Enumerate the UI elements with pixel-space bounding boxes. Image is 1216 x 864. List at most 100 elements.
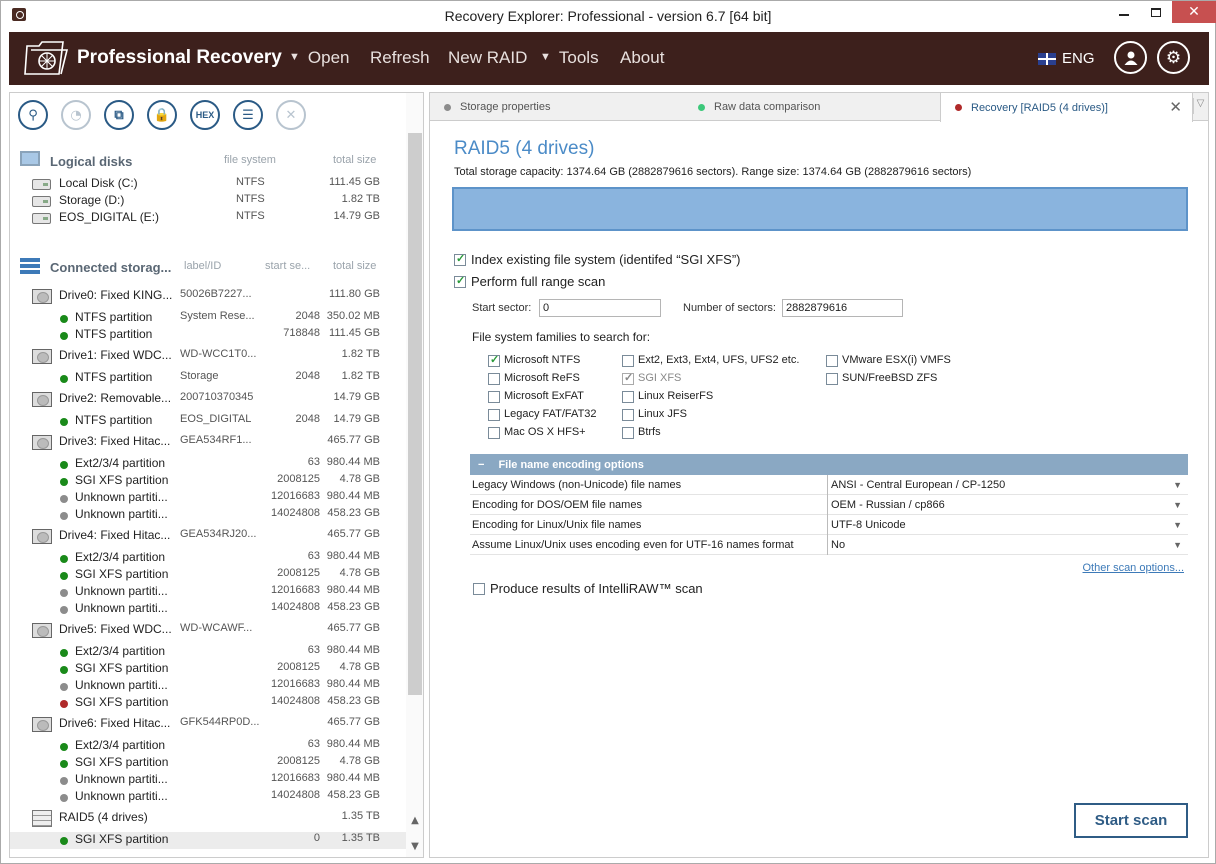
minimize-button[interactable]: [1108, 1, 1140, 23]
fs-checkbox[interactable]: [488, 427, 500, 439]
partition-item[interactable]: Unknown partiti... 12016683 980.44 MB: [10, 584, 406, 601]
encoding-option-select[interactable]: OEM - Russian / cp866 ▼: [828, 495, 1188, 515]
scan-button[interactable]: ◔: [61, 100, 91, 130]
item-start-sector: 63: [307, 738, 320, 750]
fs-checkbox[interactable]: [826, 373, 838, 385]
fs-checkbox[interactable]: [622, 355, 634, 367]
item-start-sector: 2008125: [277, 473, 320, 485]
menu-tools[interactable]: ▼ Tools: [540, 48, 599, 68]
other-scan-options-link[interactable]: Other scan options...: [1083, 562, 1185, 574]
fs-checkbox[interactable]: [488, 391, 500, 403]
partition-item[interactable]: NTFS partition 718848 111.45 GB: [10, 327, 406, 344]
partition-item[interactable]: Ext2/3/4 partition 63 980.44 MB: [10, 644, 406, 661]
item-name: SGI XFS partition: [75, 473, 169, 487]
partition-item[interactable]: Unknown partiti... 14024808 458.23 GB: [10, 789, 406, 806]
logical-disk-item[interactable]: Storage (D:) NTFS 1.82 TB: [10, 193, 406, 210]
start-sector-input[interactable]: [539, 299, 661, 317]
partition-item[interactable]: Unknown partiti... 12016683 980.44 MB: [10, 772, 406, 789]
close-button[interactable]: ✕: [276, 100, 306, 130]
partition-item[interactable]: SGI XFS partition 2008125 4.78 GB: [10, 567, 406, 584]
partition-item[interactable]: SGI XFS partition 2008125 4.78 GB: [10, 755, 406, 772]
fs-checkbox[interactable]: [622, 371, 634, 385]
item-size: 111.80 GB: [329, 288, 380, 300]
partition-item[interactable]: SGI XFS partition 0 1.35 TB: [10, 832, 406, 849]
logical-disk-item[interactable]: Local Disk (C:) NTFS 111.45 GB: [10, 176, 406, 193]
tab-storage-properties[interactable]: Storage properties: [430, 93, 684, 121]
index-fs-checkbox[interactable]: [454, 252, 466, 266]
partition-item[interactable]: NTFS partition Storage 2048 1.82 TB: [10, 370, 406, 387]
close-tab-icon[interactable]: ✕: [1169, 98, 1182, 116]
scroll-down-icon[interactable]: ▼: [408, 841, 422, 855]
drive-item[interactable]: Drive3: Fixed Hitac... GEA534RF1... 465.77…: [10, 434, 406, 451]
tab-recovery[interactable]: Recovery [RAID5 (4 drives)] ✕: [940, 93, 1193, 122]
intelliraw-label: Produce results of IntelliRAW™ scan: [490, 581, 703, 596]
menu-refresh[interactable]: Refresh: [370, 48, 430, 68]
encoding-options-header[interactable]: − File name encoding options: [470, 454, 1188, 475]
storage-list-scrollbar[interactable]: ▲ ▼: [406, 93, 423, 857]
start-scan-button[interactable]: Start scan: [1074, 803, 1188, 838]
fs-checkbox[interactable]: [826, 355, 838, 367]
intelliraw-checkbox[interactable]: [473, 583, 485, 595]
item-size: 4.78 GB: [339, 661, 380, 673]
partition-item[interactable]: Unknown partiti... 14024808 458.23 GB: [10, 601, 406, 618]
tab-raw-data-comparison[interactable]: Raw data comparison: [684, 93, 940, 121]
drive-item[interactable]: Drive2: Removable... 200710370345 14.79 GB: [10, 391, 406, 408]
partition-item[interactable]: Unknown partiti... 12016683 980.44 MB: [10, 678, 406, 695]
partition-item[interactable]: Unknown partiti... 14024808 458.23 GB: [10, 507, 406, 524]
partition-item[interactable]: Ext2/3/4 partition 63 980.44 MB: [10, 456, 406, 473]
partition-item[interactable]: NTFS partition System Rese... 2048 350.02 M…: [10, 310, 406, 327]
close-window-button[interactable]: ✕: [1172, 1, 1216, 23]
logical-disks-title: Logical disks: [50, 153, 133, 169]
encoding-option-value: ANSI - Central European / CP-1250: [831, 478, 1006, 491]
list-button[interactable]: ☰: [233, 100, 263, 130]
item-name: Ext2/3/4 partition: [75, 550, 166, 564]
item-start-sector: 0: [313, 832, 320, 844]
tabs-menu-icon[interactable]: ▽: [1193, 98, 1207, 114]
fs-checkbox[interactable]: [488, 409, 500, 421]
partition-item[interactable]: SGI XFS partition 2008125 4.78 GB: [10, 661, 406, 678]
hex-button[interactable]: HEX: [190, 100, 220, 130]
drive-item[interactable]: Drive4: Fixed Hitac... GEA534RJ20... 465.7…: [10, 528, 406, 545]
drive-item[interactable]: Drive1: Fixed WDC... WD-WCC1T0... 1.82 TB: [10, 348, 406, 365]
fs-checkbox[interactable]: [488, 353, 500, 367]
menu-open[interactable]: ▼ Open: [289, 48, 349, 68]
drive-item[interactable]: Drive0: Fixed KING... 50026B7227... 111.80…: [10, 288, 406, 305]
user-account-button[interactable]: [1114, 41, 1147, 74]
encoding-option-select[interactable]: No ▼: [828, 535, 1188, 555]
raid-item[interactable]: RAID5 (4 drives) 1.35 TB: [10, 810, 406, 827]
search-icon: ⚲: [28, 107, 38, 123]
partition-item[interactable]: SGI XFS partition 14024808 458.23 GB: [10, 695, 406, 712]
status-dot-icon: [698, 103, 705, 111]
encoding-option-select[interactable]: UTF-8 Unicode ▼: [828, 515, 1188, 535]
status-dot-icon: [60, 461, 68, 469]
logical-disk-item[interactable]: EOS_DIGITAL (E:) NTFS 14.79 GB: [10, 210, 406, 227]
num-sectors-input[interactable]: [782, 299, 903, 317]
maximize-button[interactable]: [1140, 1, 1172, 23]
image-button[interactable]: ⧉: [104, 100, 134, 130]
search-button[interactable]: ⚲: [18, 100, 48, 130]
item-size: 980.44 MB: [326, 678, 380, 690]
partition-item[interactable]: Ext2/3/4 partition 63 980.44 MB: [10, 738, 406, 755]
scrollbar-thumb[interactable]: [408, 133, 422, 695]
encoding-option-select[interactable]: ANSI - Central European / CP-1250 ▼: [828, 475, 1188, 495]
fs-checkbox[interactable]: [622, 409, 634, 421]
tab-label: Storage properties: [460, 101, 551, 113]
partition-item[interactable]: Ext2/3/4 partition 63 980.44 MB: [10, 550, 406, 567]
fs-checkbox[interactable]: [488, 373, 500, 385]
partition-item[interactable]: NTFS partition EOS_DIGITAL 2048 14.79 GB: [10, 413, 406, 430]
menu-about[interactable]: About: [620, 48, 664, 68]
partition-item[interactable]: Unknown partiti... 12016683 980.44 MB: [10, 490, 406, 507]
item-name: NTFS partition: [75, 310, 153, 324]
full-scan-checkbox[interactable]: [454, 274, 466, 288]
fs-checkbox[interactable]: [622, 427, 634, 439]
scan-range-bar[interactable]: [452, 187, 1188, 231]
settings-button[interactable]: ⚙: [1157, 41, 1190, 74]
drive-item[interactable]: Drive6: Fixed Hitac... GFK544RP0D... 465.7…: [10, 716, 406, 733]
fs-checkbox[interactable]: [622, 391, 634, 403]
menu-new-raid[interactable]: New RAID: [448, 48, 527, 68]
drive-item[interactable]: Drive5: Fixed WDC... WD-WCAWF... 465.77 GB: [10, 622, 406, 639]
scroll-up-icon[interactable]: ▲: [408, 815, 422, 829]
language-selector[interactable]: ENG: [1038, 50, 1095, 67]
lock-button[interactable]: 🔒: [147, 100, 177, 130]
partition-item[interactable]: SGI XFS partition 2008125 4.78 GB: [10, 473, 406, 490]
